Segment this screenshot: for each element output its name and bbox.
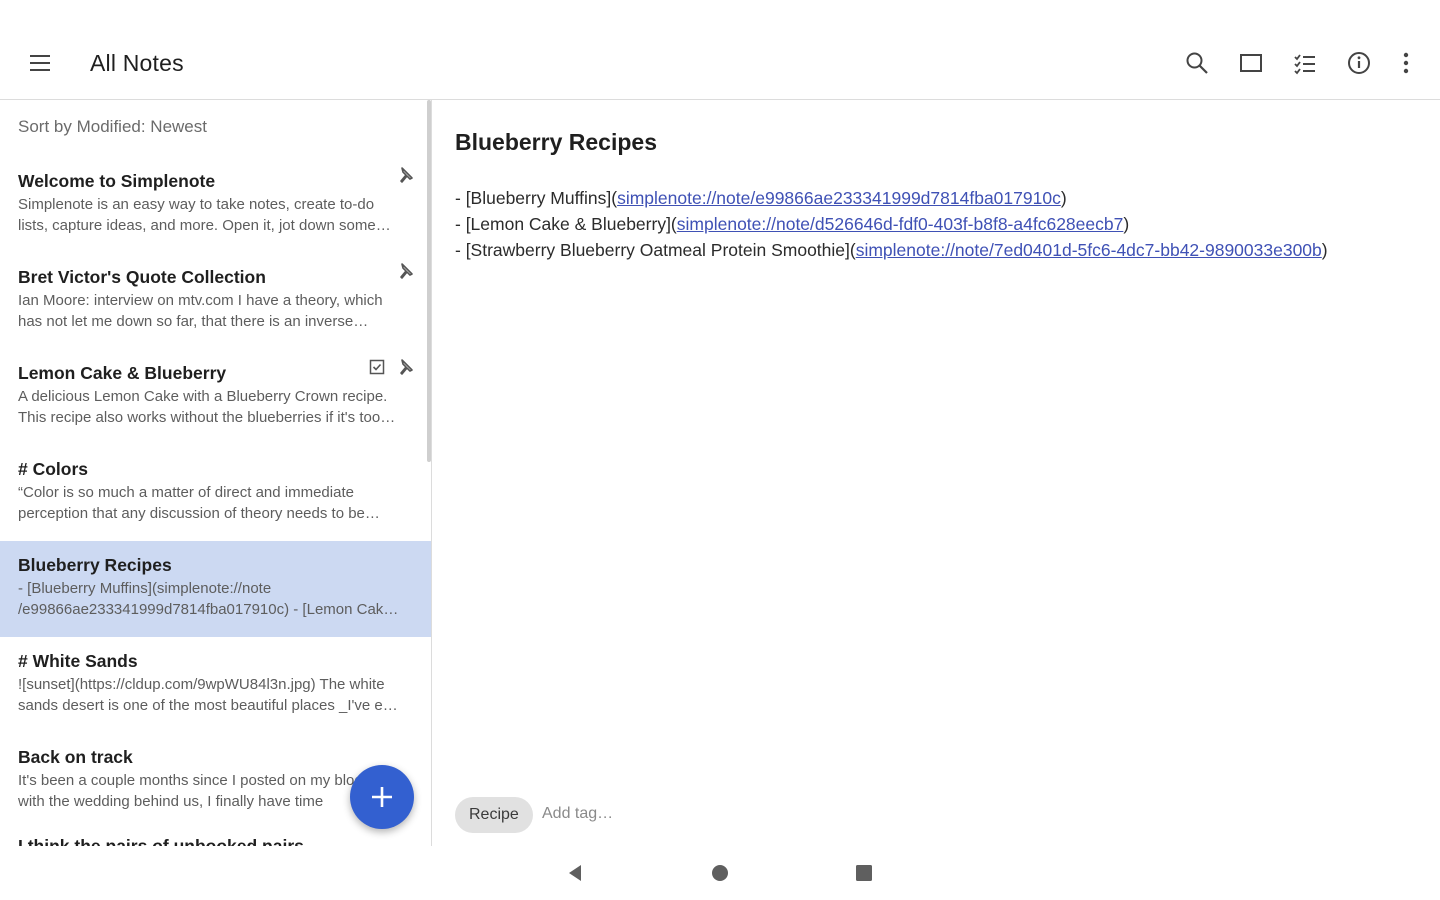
editor-title[interactable]: Blueberry Recipes xyxy=(455,129,657,156)
pin-icon xyxy=(395,165,415,185)
new-note-button[interactable] xyxy=(350,765,414,829)
note-badges xyxy=(367,357,415,377)
recents-button[interactable] xyxy=(849,858,879,888)
note-list-item[interactable]: # White Sands ![sunset](https://cldup.co… xyxy=(0,637,431,733)
note-preview: - [Blueberry Muffins](simplenote://note … xyxy=(18,580,392,618)
system-nav-bar xyxy=(0,846,1440,900)
line-suffix: ) xyxy=(1321,240,1328,260)
note-link[interactable]: simplenote://note/7ed0401d-5fc6-4dc7-bb4… xyxy=(856,240,1322,260)
note-title: Welcome to Simplenote xyxy=(18,171,216,191)
line-suffix: ) xyxy=(1123,214,1130,234)
note-title: Blueberry Recipes xyxy=(18,555,172,575)
sidebar-toggle-icon xyxy=(1240,54,1262,72)
checklist-icon xyxy=(1294,54,1315,75)
line-prefix: - [Blueberry Muffins]( xyxy=(455,188,618,208)
note-list-item[interactable]: # Colors “Color is so much a matter of d… xyxy=(0,445,431,541)
menu-icon xyxy=(30,55,50,71)
back-icon xyxy=(569,865,581,881)
note-link[interactable]: simplenote://note/e99866ae233341999d7814… xyxy=(617,188,1061,208)
page-title: All Notes xyxy=(90,50,184,76)
line-suffix: ) xyxy=(1060,188,1067,208)
checklist-button[interactable] xyxy=(1283,41,1327,85)
note-list-item[interactable]: Welcome to Simplenote Simplenote is an e… xyxy=(0,157,431,253)
note-list-item[interactable]: Lemon Cake & Blueberry A delicious Lemon… xyxy=(0,349,431,445)
line-prefix: - [Strawberry Blueberry Oatmeal Protein … xyxy=(455,240,856,260)
note-link[interactable]: simplenote://note/d526646d-fdf0-403f-b8f… xyxy=(677,214,1124,234)
editor-line: - [Lemon Cake & Blueberry](simplenote://… xyxy=(455,211,1328,237)
tag-chip[interactable]: Recipe xyxy=(455,797,533,833)
note-list: Welcome to Simplenote Simplenote is an e… xyxy=(0,157,431,829)
editor-line: - [Blueberry Muffins](simplenote://note/… xyxy=(455,185,1328,211)
editor-line: - [Strawberry Blueberry Oatmeal Protein … xyxy=(455,237,1328,263)
back-button[interactable] xyxy=(560,858,590,888)
plus-icon xyxy=(372,787,392,807)
pin-icon xyxy=(395,261,415,281)
note-list-pane: Sort by Modified: Newest Welcome to Simp… xyxy=(0,100,432,846)
note-preview: “Color is so much a matter of direct and… xyxy=(18,484,365,522)
editor-body[interactable]: - [Blueberry Muffins](simplenote://note/… xyxy=(455,185,1328,263)
note-preview: A delicious Lemon Cake with a Blueberry … xyxy=(18,388,388,426)
checklist-badge-icon xyxy=(367,357,387,377)
sort-value: Modified: Newest xyxy=(76,117,207,136)
recents-icon xyxy=(856,865,872,881)
line-prefix: - [Lemon Cake & Blueberry]( xyxy=(455,214,677,234)
note-badges xyxy=(395,261,415,281)
note-title: Lemon Cake & Blueberry xyxy=(18,363,227,383)
note-list-item[interactable]: Bret Victor's Quote Collection Ian Moore… xyxy=(0,253,431,349)
add-tag-input[interactable] xyxy=(542,805,742,823)
note-title: # Colors xyxy=(18,459,89,479)
note-list-item-selected[interactable]: Blueberry Recipes - [Blueberry Muffins](… xyxy=(0,541,431,637)
info-button[interactable] xyxy=(1337,41,1381,85)
sort-selector[interactable]: Sort by Modified: Newest xyxy=(18,117,207,137)
note-editor[interactable]: Blueberry Recipes - [Blueberry Muffins](… xyxy=(432,100,1440,846)
note-title: Back on track xyxy=(18,747,133,767)
note-preview: Ian Moore: interview on mtv.com I have a… xyxy=(18,292,383,330)
menu-button[interactable] xyxy=(18,41,62,85)
note-title: # White Sands xyxy=(18,651,138,671)
sort-prefix: Sort by xyxy=(18,117,77,136)
search-button[interactable] xyxy=(1175,41,1219,85)
note-preview: Simplenote is an easy way to take notes,… xyxy=(18,196,376,234)
app-bar: All Notes xyxy=(0,0,1440,100)
note-preview: ![sunset](https://cldup.com/9wpWU84l3n.j… xyxy=(18,676,404,714)
note-badges xyxy=(395,165,415,185)
search-icon xyxy=(1186,52,1208,74)
info-icon xyxy=(1348,52,1370,74)
more-options-button[interactable] xyxy=(1384,41,1428,85)
note-title-partial[interactable]: I think the pairs of unbooked pairs xyxy=(18,836,304,846)
home-button[interactable] xyxy=(705,858,735,888)
more-vert-icon xyxy=(1403,52,1409,74)
home-icon xyxy=(712,865,728,881)
sidebar-toggle-button[interactable] xyxy=(1229,41,1273,85)
pin-icon xyxy=(395,357,415,377)
note-title: Bret Victor's Quote Collection xyxy=(18,267,266,287)
